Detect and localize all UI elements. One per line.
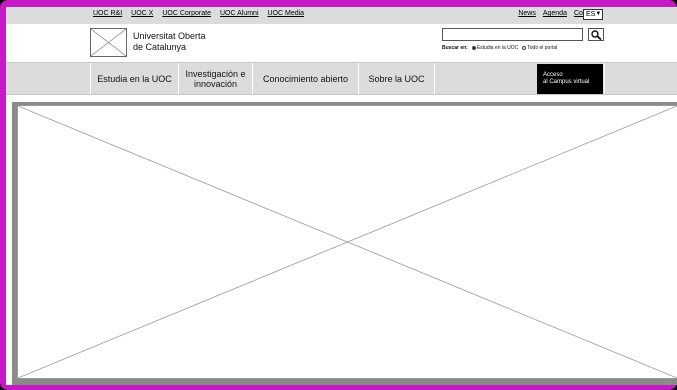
nav-item-conocimiento[interactable]: Conocimiento abierto [252, 63, 358, 94]
main-nav: Estudia en la UOC Investigación e innova… [6, 62, 677, 95]
nav-item-estudia[interactable]: Estudia en la UOC [90, 63, 178, 94]
utility-link-rni[interactable]: UOC R&I [93, 10, 122, 17]
search-button[interactable] [588, 28, 604, 41]
utility-link-alumni[interactable]: UOC Alumni [220, 10, 259, 17]
campus-line-1: Acceso [543, 72, 563, 78]
window-frame: UOC R&I UOC X UOC Corporate UOC Alumni U… [0, 0, 677, 390]
nav-divider [434, 63, 435, 94]
logo[interactable] [90, 28, 127, 57]
nav-divider-end [604, 63, 605, 94]
nav-item-investigacion[interactable]: Investigación e innovación [178, 63, 252, 94]
image-placeholder-icon [18, 106, 677, 378]
news-link[interactable]: News [518, 10, 536, 17]
utility-bar: UOC R&I UOC X UOC Corporate UOC Alumni U… [6, 7, 677, 24]
brand-line-1: Universitat Oberta [133, 31, 206, 41]
radio-selected-icon [471, 45, 476, 50]
brand-name: Universitat Oberta de Catalunya [133, 31, 206, 53]
scope-option-all[interactable]: Todo el portal [522, 45, 557, 51]
search-input[interactable] [442, 28, 583, 41]
campus-virtual-button[interactable]: Acceso al Campus virtual [537, 64, 603, 94]
utility-link-uocx[interactable]: UOC X [131, 10, 153, 17]
hero-image [17, 105, 677, 379]
image-placeholder-icon [91, 29, 126, 56]
language-select[interactable]: ES ▼ [583, 9, 603, 20]
scope-option-uoc[interactable]: Estudia en la UOC [471, 45, 519, 51]
utility-link-corporate[interactable]: UOC Corporate [162, 10, 211, 17]
scope-option-uoc-label: Estudia en la UOC [476, 45, 519, 51]
utility-link-media[interactable]: UOC Media [268, 10, 305, 17]
language-value: ES [586, 11, 596, 18]
campus-line-2: al Campus virtual [543, 79, 590, 85]
search-scope-label: Buscar en: [442, 45, 468, 51]
radio-unselected-icon [522, 45, 527, 50]
search-icon [591, 30, 602, 40]
scope-option-all-label: Todo el portal [527, 45, 558, 51]
agenda-link[interactable]: Agenda [543, 10, 567, 17]
search-scope: Buscar en: Estudia en la UOC Todo el por… [442, 45, 557, 51]
brand-line-2: de Catalunya [133, 42, 187, 52]
chevron-down-icon: ▼ [595, 11, 602, 17]
nav-item-sobre[interactable]: Sobre la UOC [358, 63, 434, 94]
utility-links: UOC R&I UOC X UOC Corporate UOC Alumni U… [93, 10, 304, 17]
page: UOC R&I UOC X UOC Corporate UOC Alumni U… [6, 7, 677, 385]
